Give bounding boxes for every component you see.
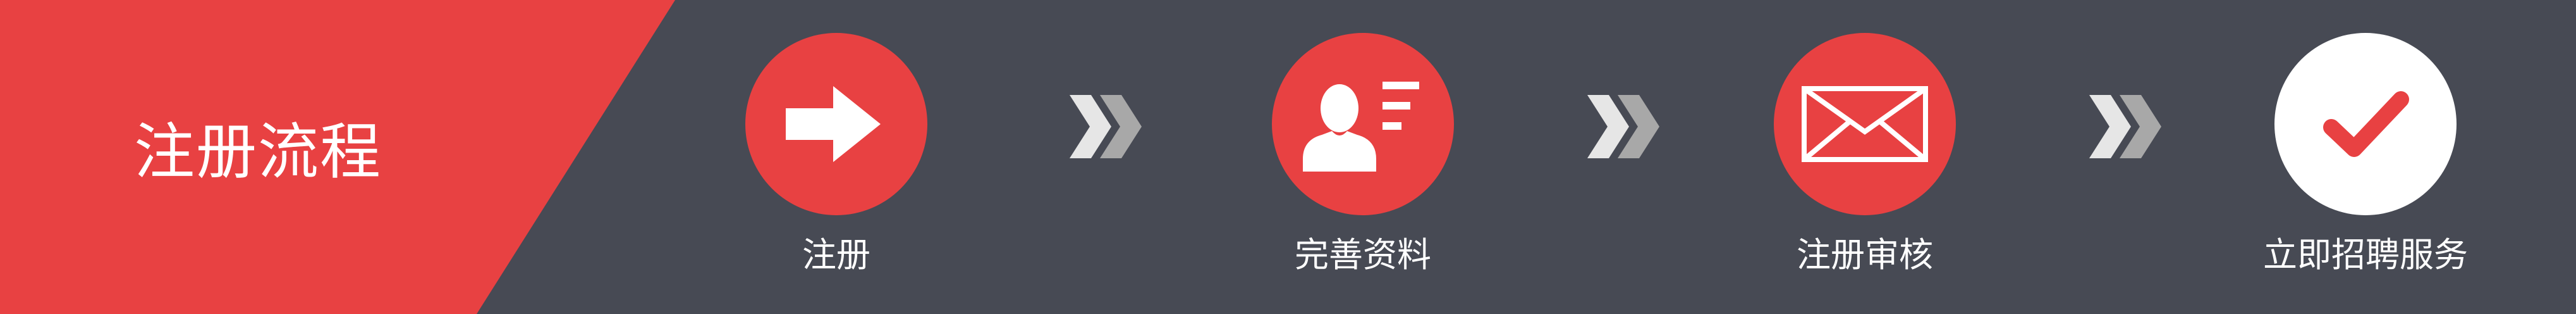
chevrons-icon	[1587, 95, 1659, 158]
envelope-icon	[1802, 86, 1928, 162]
chevrons-icon	[2089, 95, 2161, 158]
chevrons-icon	[1070, 95, 1142, 158]
checkmark-icon	[2323, 91, 2409, 157]
page-title: 注册流程	[134, 116, 382, 187]
step-1-label: 注册	[802, 235, 870, 275]
step-4-circle	[2274, 33, 2457, 215]
step-1-circle	[745, 33, 927, 215]
registration-flow-banner: 注册流程 注册 完善资料 注册审核 立即招聘服务	[0, 0, 2576, 314]
profile-card-icon	[1303, 82, 1419, 172]
step-3-label: 注册审核	[1797, 235, 1933, 275]
step-4-label: 立即招聘服务	[2263, 235, 2468, 275]
step-2-circle	[1272, 33, 1454, 215]
step-3-circle	[1774, 33, 1956, 215]
arrow-right-icon	[786, 86, 881, 162]
step-2-label: 完善资料	[1295, 235, 1431, 275]
